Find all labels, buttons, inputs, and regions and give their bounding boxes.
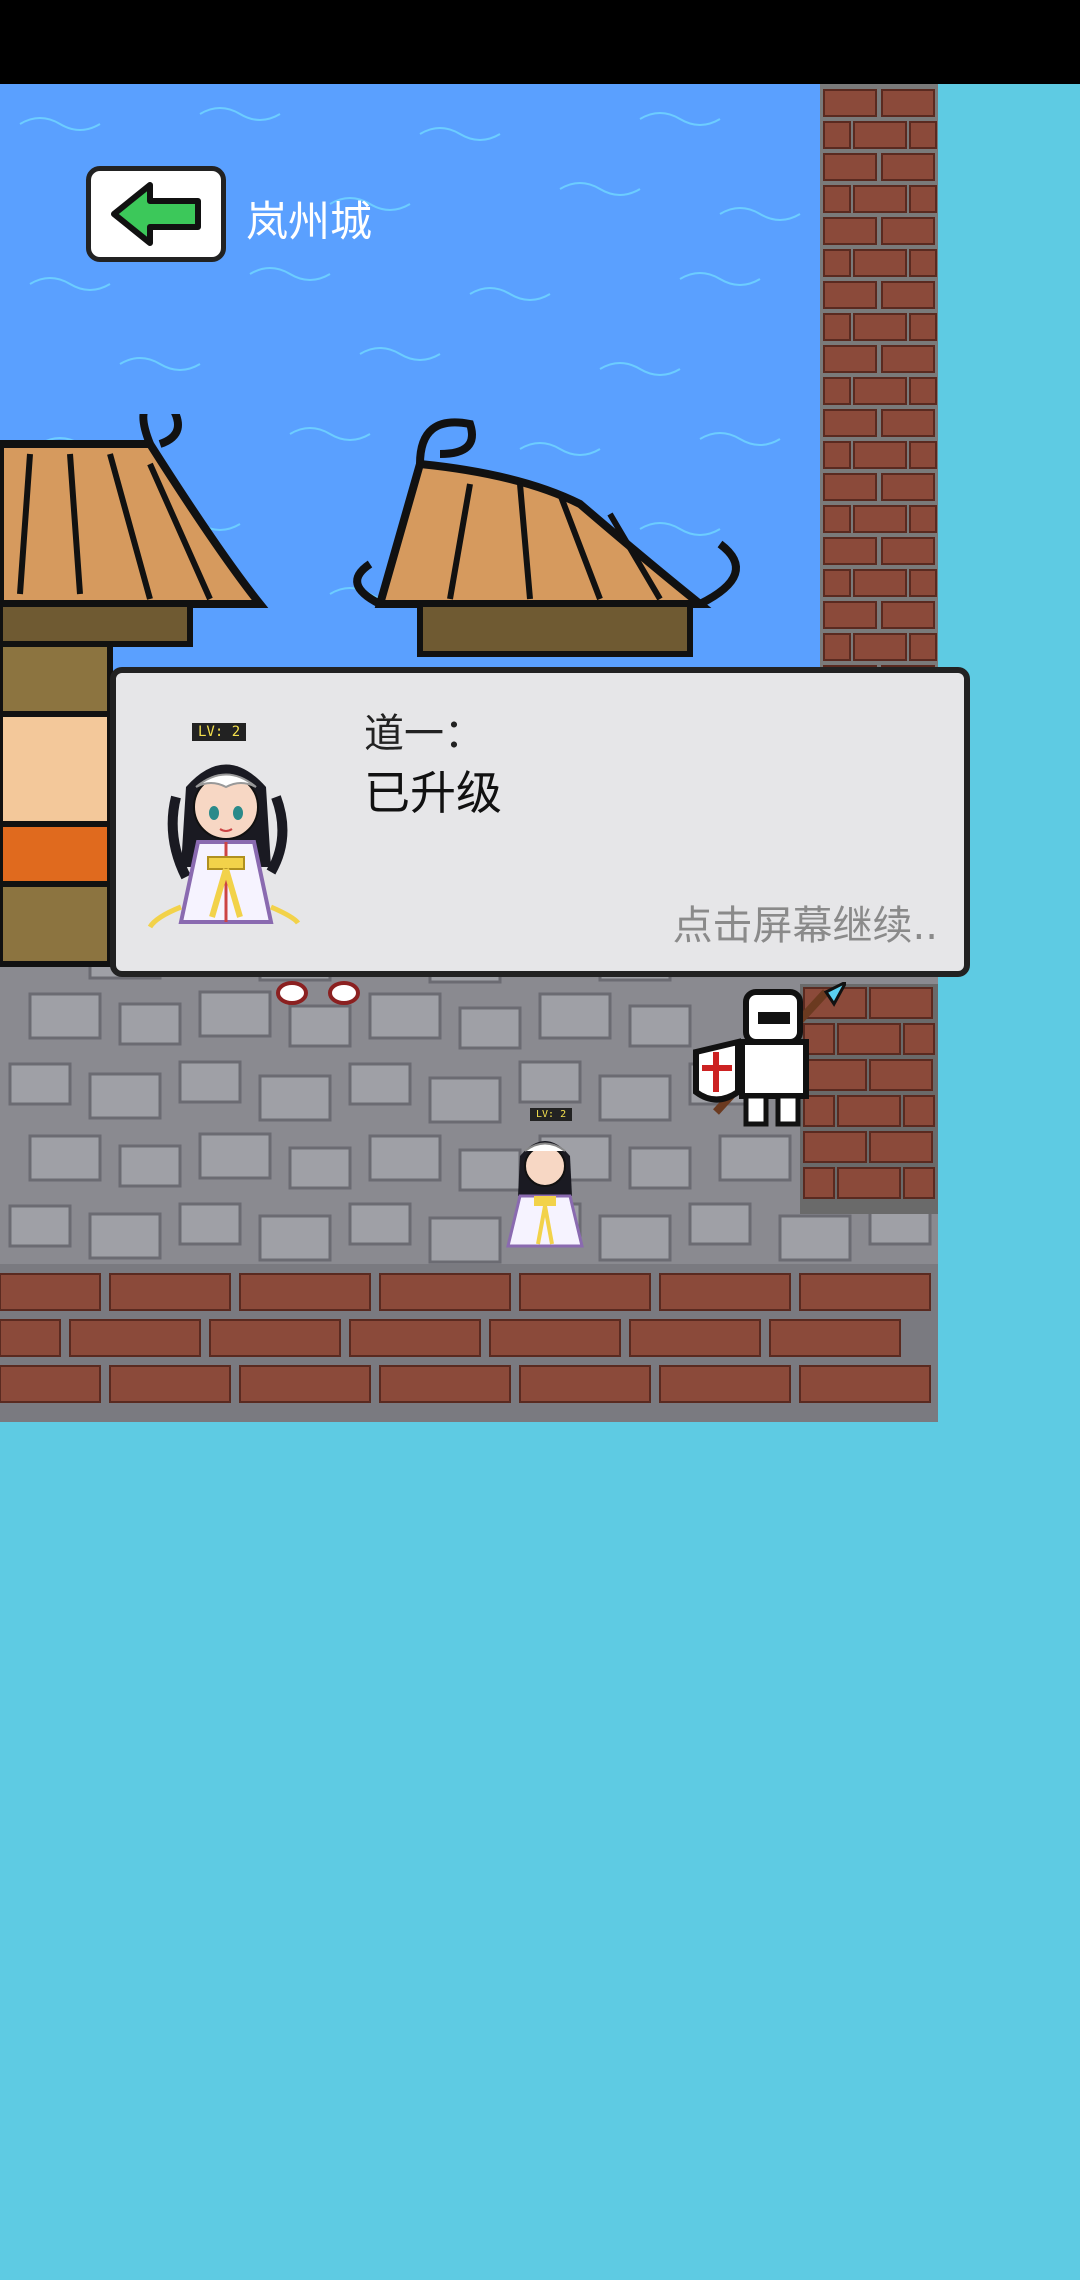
knight-guard[interactable]	[676, 982, 846, 1132]
speaker-name: 道一：	[364, 711, 484, 757]
green-left-arrow-icon	[111, 182, 201, 246]
character-feet	[276, 981, 360, 1005]
dialog-message: 已升级	[364, 766, 502, 820]
portrait-sprite	[147, 764, 301, 929]
player-level-badge: LV: 2	[530, 1108, 573, 1121]
location-name: 岚州城	[246, 197, 373, 246]
back-button[interactable]	[86, 166, 226, 262]
player-sprite	[506, 1141, 584, 1248]
continue-hint: 点击屏幕继续..	[672, 903, 938, 949]
brick-wall	[820, 84, 938, 724]
portrait-level-badge: LV: 2	[192, 723, 247, 741]
status-bar	[0, 0, 1080, 84]
speaker-portrait: LV: 2	[146, 723, 306, 943]
dialog-box[interactable]: LV: 2 道一： 已升级 点击屏幕继续..	[110, 667, 970, 977]
brick-border	[0, 1264, 958, 1422]
player-character[interactable]: LV: 2	[490, 1108, 600, 1258]
